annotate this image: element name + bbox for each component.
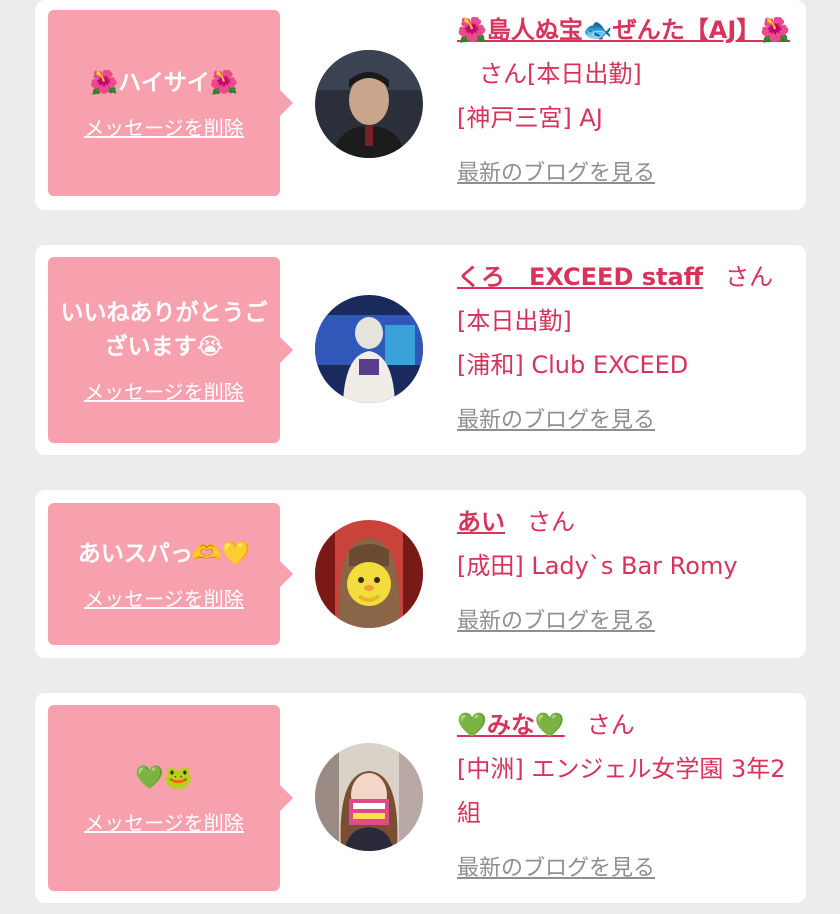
delete-message-link[interactable]: メッセージを削除 (84, 112, 244, 141)
message-card: いいねありがとうございます😭 メッセージを削除 くろ EXCEED staff さ… (35, 245, 806, 455)
cast-name-link[interactable]: 💚みな💚 (457, 711, 565, 739)
message-bubble: 💚🐸 メッセージを削除 (48, 705, 293, 891)
latest-blog-link[interactable]: 最新のブログを見る (457, 152, 795, 196)
message-text: 🌺ハイサイ🌺 (89, 69, 239, 96)
shop-name: [神戸三宮] AJ (457, 104, 603, 132)
message-card: あいスパっ🫶💛 メッセージを削除 あい さん [成田] Lady`s Bar Ro… (35, 490, 806, 658)
message-bubble: いいねありがとうございます😭 メッセージを削除 (48, 257, 293, 443)
message-bubble: あいスパっ🫶💛 メッセージを削除 (48, 503, 293, 645)
cast-info: くろ EXCEED staff さん[本日出勤] [浦和] Club EXCEED… (457, 255, 795, 443)
shop-name: [中洲] エンジェル女学園 3年2組 (457, 755, 786, 827)
message-text: 💚🐸 (135, 764, 193, 791)
avatar-image (315, 50, 423, 158)
cast-name-link[interactable]: 🌺島人ぬ宝🐟ぜんた【AJ】🌺 (457, 16, 790, 44)
message-card: 💚🐸 メッセージを削除 💚みな💚 さん [中洲] エンジェル女学園 3年2組 最新… (35, 693, 806, 903)
cast-suffix: さん[本日出勤] (479, 60, 642, 88)
latest-blog-link[interactable]: 最新のブログを見る (457, 399, 795, 443)
cast-info: あい さん [成田] Lady`s Bar Romy 最新のブログを見る (457, 500, 795, 644)
message-text: あいスパっ🫶💛 (77, 540, 251, 567)
avatar-image (315, 520, 423, 628)
cast-info: 🌺島人ぬ宝🐟ぜんた【AJ】🌺 さん[本日出勤] [神戸三宮] AJ 最新のブログを… (457, 8, 795, 196)
avatar[interactable] (315, 50, 423, 158)
shop-name: [浦和] Club EXCEED (457, 351, 689, 379)
cast-info: 💚みな💚 さん [中洲] エンジェル女学園 3年2組 最新のブログを見る (457, 703, 795, 891)
avatar[interactable] (315, 520, 423, 628)
latest-blog-link[interactable]: 最新のブログを見る (457, 600, 795, 644)
cast-suffix: さん (527, 508, 575, 536)
message-text: いいねありがとうございます😭 (60, 299, 268, 360)
delete-message-link[interactable]: メッセージを削除 (84, 807, 244, 836)
latest-blog-link[interactable]: 最新のブログを見る (457, 847, 795, 891)
delete-message-link[interactable]: メッセージを削除 (84, 583, 244, 612)
message-bubble: 🌺ハイサイ🌺 メッセージを削除 (48, 10, 293, 196)
avatar-image (315, 295, 423, 403)
avatar[interactable] (315, 295, 423, 403)
cast-name-link[interactable]: あい (457, 508, 505, 536)
cast-name-link[interactable]: くろ EXCEED staff (457, 263, 703, 291)
avatar[interactable] (315, 743, 423, 851)
shop-name: [成田] Lady`s Bar Romy (457, 552, 738, 580)
delete-message-link[interactable]: メッセージを削除 (84, 376, 244, 405)
message-card: 🌺ハイサイ🌺 メッセージを削除 🌺島人ぬ宝🐟ぜんた【AJ】🌺 さん[本日出勤] [… (35, 0, 806, 210)
avatar-image (315, 743, 423, 851)
cast-suffix: さん (586, 711, 635, 739)
